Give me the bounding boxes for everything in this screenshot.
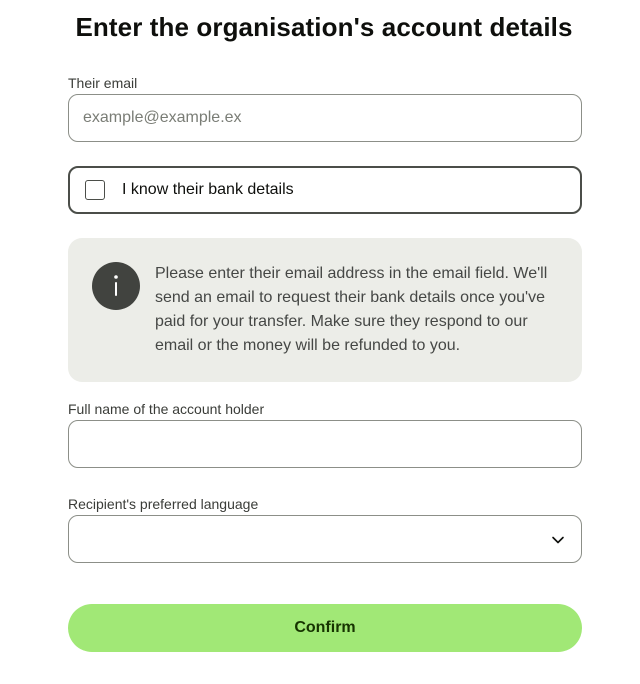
info-message: Please enter their email address in the … [155,265,548,354]
confirm-button[interactable]: Confirm [68,604,582,652]
language-select[interactable] [68,515,582,563]
chevron-down-icon [552,536,564,544]
info-icon [92,262,140,310]
bank-details-checkbox[interactable] [85,180,105,200]
full-name-label: Full name of the account holder [68,401,265,417]
email-label: Their email [68,75,138,91]
bank-details-checkbox-row[interactable]: I know their bank details [68,166,582,214]
language-label: Recipient's preferred language [68,496,259,512]
full-name-input[interactable] [68,420,582,468]
page-title: Enter the organisation's account details [75,12,573,42]
email-input[interactable] [68,94,582,142]
bank-details-checkbox-label: I know their bank details [122,181,294,198]
info-box: Please enter their email address in the … [68,238,582,382]
